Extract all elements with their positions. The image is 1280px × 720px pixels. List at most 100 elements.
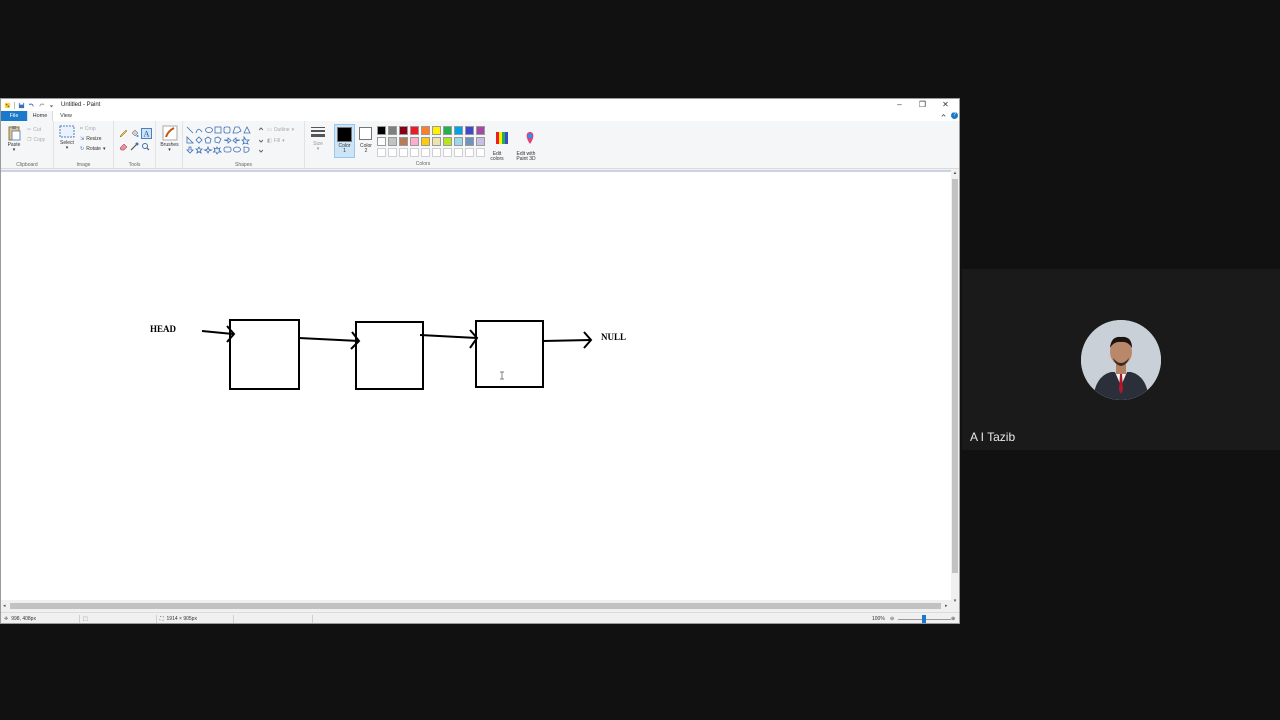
fill-button[interactable]: ◧ Fill ▾ xyxy=(267,138,285,144)
zoom-slider-thumb[interactable] xyxy=(922,615,926,623)
vertical-scrollbar[interactable]: ▴ ▾ xyxy=(951,170,959,604)
palette-swatch[interactable] xyxy=(454,137,463,146)
tab-home[interactable]: Home xyxy=(27,111,53,121)
tools-group-label: Tools xyxy=(128,162,141,168)
palette-swatch[interactable] xyxy=(421,137,430,146)
minimize-button[interactable]: – xyxy=(888,99,911,111)
undo-icon[interactable] xyxy=(28,102,35,109)
scroll-left-icon[interactable]: ◂ xyxy=(3,602,6,610)
participant-tile[interactable]: A I Tazib xyxy=(962,269,1280,450)
horizontal-scrollbar[interactable]: ◂ ▸ xyxy=(1,602,953,610)
shapes-gallery[interactable] xyxy=(186,126,262,156)
palette-swatch[interactable] xyxy=(388,148,397,157)
palette-swatch[interactable] xyxy=(377,126,386,135)
cursor-position-text: 998, 408px xyxy=(11,616,36,622)
tab-view[interactable]: View xyxy=(53,113,79,119)
palette-swatch[interactable] xyxy=(388,137,397,146)
cursor-position: ✛ 998, 408px xyxy=(4,613,36,623)
palette-swatch[interactable] xyxy=(432,137,441,146)
palette-swatch[interactable] xyxy=(454,148,463,157)
palette-swatch[interactable] xyxy=(410,126,419,135)
drawing-canvas[interactable]: HEAD NULL xyxy=(1,172,951,600)
palette-swatch[interactable] xyxy=(399,126,408,135)
palette-swatch[interactable] xyxy=(432,126,441,135)
palette-swatch[interactable] xyxy=(443,137,452,146)
paste-icon xyxy=(8,126,21,141)
palette-swatch[interactable] xyxy=(432,148,441,157)
customize-qat-icon[interactable] xyxy=(48,102,55,109)
palette-swatch[interactable] xyxy=(454,126,463,135)
head-label: HEAD xyxy=(150,324,177,334)
palette-swatch[interactable] xyxy=(388,126,397,135)
vertical-scroll-thumb[interactable] xyxy=(952,179,958,573)
outline-dropdown-icon[interactable]: ▾ xyxy=(292,127,295,133)
palette-swatch[interactable] xyxy=(443,126,452,135)
help-icon[interactable]: ? xyxy=(951,112,958,119)
paste-dropdown-icon[interactable]: ▾ xyxy=(4,148,24,153)
shapes-scroll-icon[interactable] xyxy=(259,126,263,156)
palette-swatch[interactable] xyxy=(377,148,386,157)
redo-icon[interactable] xyxy=(38,102,45,109)
palette-swatch[interactable] xyxy=(377,137,386,146)
palette-swatch[interactable] xyxy=(410,148,419,157)
scroll-right-icon[interactable]: ▸ xyxy=(945,602,948,610)
crop-label: Crop xyxy=(84,126,96,132)
outline-button[interactable]: ▭ Outline ▾ xyxy=(267,127,294,133)
palette-swatch[interactable] xyxy=(410,137,419,146)
magnifier-icon[interactable] xyxy=(141,142,150,151)
rotate-dropdown-icon[interactable]: ▾ xyxy=(103,146,106,152)
select-dropdown-icon[interactable]: ▾ xyxy=(57,146,77,151)
text-tool-icon[interactable]: A xyxy=(141,128,152,139)
rotate-button[interactable]: ↻ Rotate ▾ xyxy=(80,146,105,152)
maximize-button[interactable]: ❐ xyxy=(911,99,934,111)
status-divider xyxy=(79,615,80,623)
list-node-3 xyxy=(475,320,544,388)
tab-file[interactable]: File xyxy=(1,111,27,121)
color2-label: Color 2 xyxy=(360,143,372,154)
null-arrow xyxy=(542,339,592,342)
palette-swatch[interactable] xyxy=(465,137,474,146)
crop-button[interactable]: ⌗ Crop xyxy=(80,126,96,132)
pencil-icon[interactable] xyxy=(119,129,128,138)
fill-dropdown-icon[interactable]: ▾ xyxy=(282,138,285,144)
canvas-size-icon: ⛶ xyxy=(160,616,164,622)
crop-icon: ⌗ xyxy=(80,126,83,132)
resize-button[interactable]: ⇲ Resize xyxy=(80,136,102,142)
palette-swatch[interactable] xyxy=(465,148,474,157)
palette-swatch[interactable] xyxy=(476,148,485,157)
palette-swatch[interactable] xyxy=(421,148,430,157)
save-icon[interactable] xyxy=(18,102,25,109)
scroll-up-icon[interactable]: ▴ xyxy=(951,170,959,176)
size-button[interactable]: Size ▾ xyxy=(308,126,328,152)
palette-swatch[interactable] xyxy=(399,148,408,157)
participant-photo xyxy=(1081,320,1161,400)
brushes-button[interactable]: Brushes ▾ xyxy=(158,125,181,153)
palette-swatch[interactable] xyxy=(465,126,474,135)
shared-screen: Untitled - Paint – ❐ ✕ File Home View ? … xyxy=(0,98,960,624)
zoom-in-icon[interactable]: ⊕ xyxy=(951,613,955,623)
colors-group-label: Colors xyxy=(415,161,431,167)
palette-swatch[interactable] xyxy=(421,126,430,135)
size-dropdown-icon[interactable]: ▾ xyxy=(308,147,328,152)
paint-app-icon xyxy=(4,102,11,108)
palette-swatch[interactable] xyxy=(476,137,485,146)
cut-button[interactable]: ✂ Cut xyxy=(27,127,41,133)
horizontal-scroll-thumb[interactable] xyxy=(10,603,941,609)
close-button[interactable]: ✕ xyxy=(934,99,957,111)
resize-label: Resize xyxy=(86,136,102,142)
shapes-group: ▭ Outline ▾ ◧ Fill ▾ Shapes xyxy=(183,121,305,169)
palette-swatch[interactable] xyxy=(476,126,485,135)
color-picker-icon[interactable] xyxy=(130,142,139,151)
fill-bucket-icon[interactable] xyxy=(130,129,139,138)
select-button[interactable]: Select ▾ xyxy=(57,125,77,151)
qat-separator xyxy=(14,101,15,109)
color2-swatch[interactable] xyxy=(359,127,372,140)
minimize-ribbon-icon[interactable] xyxy=(940,112,947,119)
zoom-out-icon[interactable]: ⊖ xyxy=(890,613,894,623)
paste-button[interactable]: Paste ▾ xyxy=(4,125,24,153)
palette-swatch[interactable] xyxy=(443,148,452,157)
brushes-dropdown-icon[interactable]: ▾ xyxy=(158,148,181,153)
eraser-icon[interactable] xyxy=(119,142,128,151)
palette-swatch[interactable] xyxy=(399,137,408,146)
copy-button[interactable]: ❐ Copy xyxy=(27,137,45,143)
